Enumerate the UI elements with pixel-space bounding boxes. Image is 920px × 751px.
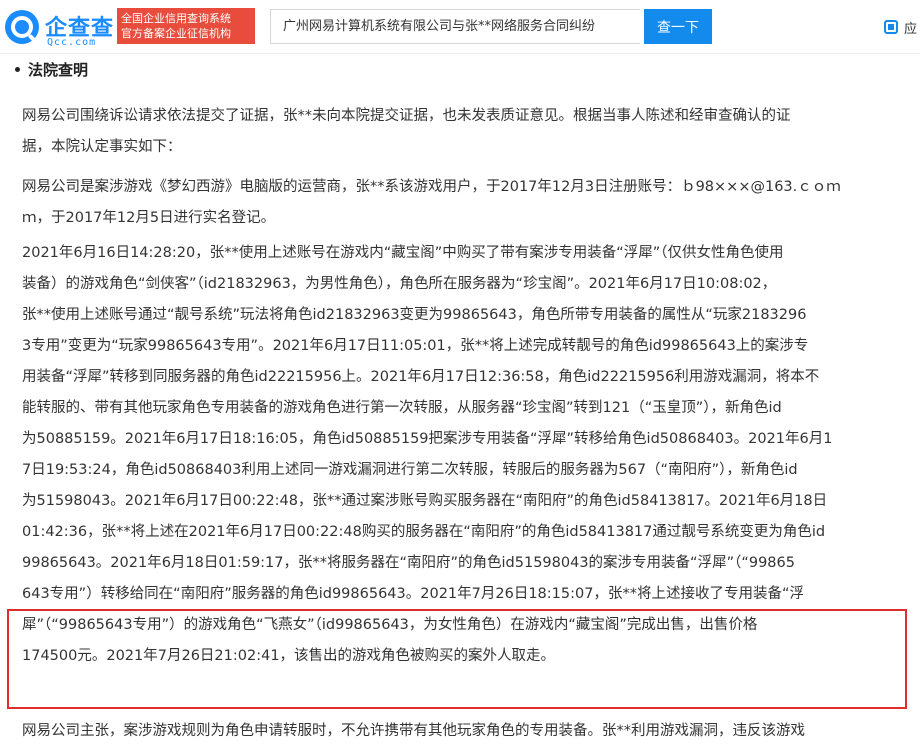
text-line: 为51598043。2021年6月17日00:22:48，张**通过案涉账号购买… — [22, 493, 828, 509]
text-line: 犀”（“99865643专用”）的游戏角色“飞燕女”（id99865643，为女… — [22, 617, 758, 633]
logo-url: Qcc.com — [47, 37, 97, 48]
app-label: 应 — [904, 21, 918, 37]
qcc-logo[interactable]: 企查查 Qcc.com — [5, 8, 113, 48]
text-line: 643专用”）转移给同在“南阳府”服务器的角色id99865643。2021年7… — [22, 586, 804, 602]
text-line: 为50885159。2021年6月17日18:16:05，角色id5088515… — [22, 431, 833, 447]
slogan-line-2: 官方备案企业征信机构 — [121, 27, 231, 40]
text-line: 网易公司是案涉游戏《梦幻西游》电脑版的运营商，张**系该游戏用户，于2017年1… — [22, 179, 841, 195]
qcc-logo-icon — [5, 10, 39, 44]
slogan-badge: 全国企业信用查询系统 官方备案企业征信机构 — [117, 8, 255, 44]
paragraph-account: 网易公司是案涉游戏《梦幻西游》电脑版的运营商，张**系该游戏用户，于2017年1… — [22, 172, 900, 234]
text-line: 用装备“浮犀”转移到同服务器的角色id22215956上。2021年6月17日1… — [22, 369, 820, 385]
text-line: 174500元。2021年7月26日21:02:41，该售出的游戏角色被购买的案… — [22, 648, 556, 664]
text-line: 网易公司主张，案涉游戏规则为角色申请转服时，不允许携带有其他玩家角色的专用装备。… — [22, 723, 805, 739]
text-line: 张**使用上述账号通过“靓号系统”玩法将角色id21832963变更为99865… — [22, 307, 807, 323]
text-line: 装备）的游戏角色“剑侠客”（id21832963，为男性角色），角色所在服务器为… — [22, 276, 777, 292]
text-line: 01:42:36，张**将上述在2021年6月17日00:22:48购买的服务器… — [22, 524, 826, 540]
paragraph-claim: 网易公司主张，案涉游戏规则为角色申请转服时，不允许携带有其他玩家角色的专用装备。… — [22, 716, 900, 747]
text-line: 能转服的、带有其他玩家角色专用装备的游戏角色进行第一次转服，从服务器“珍宝阁”转… — [22, 400, 782, 416]
search-button[interactable]: 查一下 — [644, 9, 712, 44]
section-title: 法院查明 — [15, 59, 88, 80]
text-line: 99865643。2021年6月18日01:59:17，张**将服务器在“南阳府… — [22, 555, 795, 571]
text-line: 网易公司围绕诉讼请求依法提交了证据，张**未向本院提交证据，也未发表质证意见。根… — [22, 108, 791, 124]
text-line: 据，本院认定事实如下： — [22, 139, 182, 155]
app-grid-icon — [884, 20, 898, 34]
app-entry[interactable]: 应 — [884, 17, 917, 37]
text-line: 3专用”变更为“玩家99865643专用”。2021年6月17日11:05:01… — [22, 338, 809, 354]
text-line: ｍ，于2017年12月5日进行实名登记。 — [22, 210, 276, 226]
paragraph-evidence: 网易公司围绕诉讼请求依法提交了证据，张**未向本院提交证据，也未发表质证意见。根… — [22, 101, 900, 163]
paragraph-timeline: 2021年6月16日14:28:20，张**使用上述账号在游戏内“藏宝阁”中购买… — [22, 238, 900, 672]
text-line: 2021年6月16日14:28:20，张**使用上述账号在游戏内“藏宝阁”中购买… — [22, 245, 784, 261]
bullet-icon — [15, 67, 20, 72]
text-line: 7日19:53:24，角色id50868403利用上述同一游戏漏洞进行第二次转服… — [22, 462, 798, 478]
slogan-line-1: 全国企业信用查询系统 — [121, 12, 231, 25]
search-input[interactable]: 广州网易计算机系统有限公司与张**网络服务合同纠纷 — [270, 9, 640, 44]
top-header: 企查查 Qcc.com 全国企业信用查询系统 官方备案企业征信机构 广州网易计算… — [0, 0, 920, 54]
section-title-text: 法院查明 — [28, 61, 89, 79]
